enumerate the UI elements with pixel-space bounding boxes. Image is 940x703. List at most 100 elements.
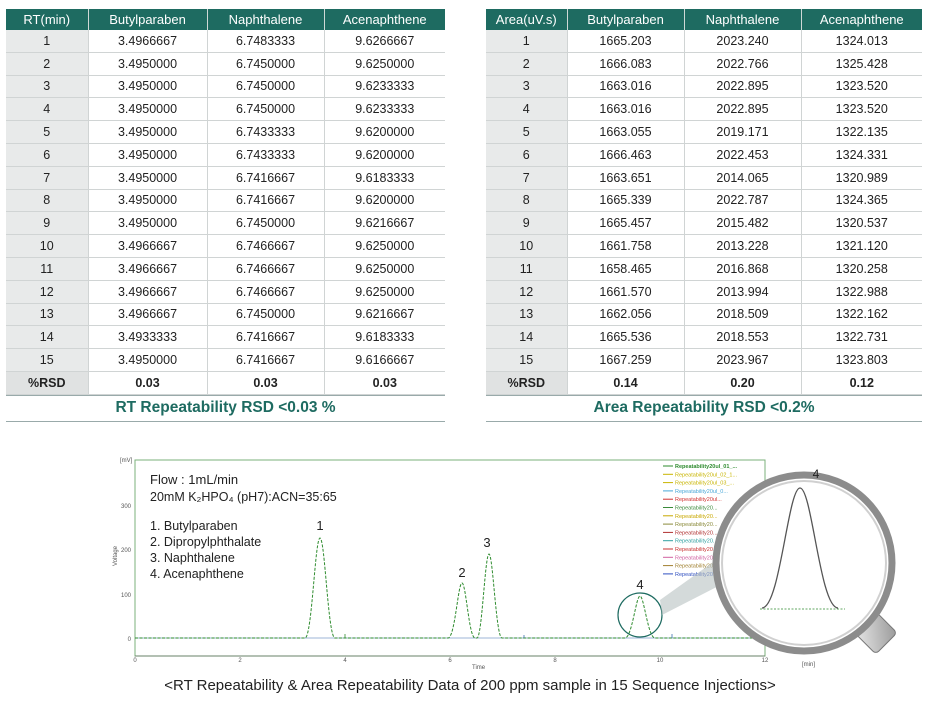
value-cell: 6.7433333: [207, 120, 325, 144]
chromatogram-figure: [mV] Voltage Time [min] 0 2 4 6 8 10 12 …: [113, 458, 896, 671]
table-row: 9 1665.457 2015.482 1320.537: [486, 211, 922, 236]
value-cell: 2015.482: [684, 211, 802, 236]
table-row: 12 3.4966667 6.7466667 9.6250000: [6, 280, 445, 304]
value-cell: 2023.967: [684, 348, 802, 372]
row-label-cell: 4: [486, 97, 568, 122]
table-row: 10 1661.758 2013.228 1321.120: [486, 234, 922, 258]
legend-entry: Repeatability20...: [675, 506, 718, 512]
row-label-cell: %RSD: [6, 371, 89, 395]
table-row: 13 1662.056 2018.509 1322.162: [486, 303, 922, 327]
table-row: 12 1661.570 2013.994 1322.988: [486, 280, 922, 304]
y-tick-label: 100: [121, 593, 132, 599]
value-cell: 2022.453: [684, 143, 802, 167]
value-cell: 3.4933333: [88, 325, 208, 350]
row-label-cell: 7: [6, 166, 89, 190]
table-row: 14 1665.536 2018.553 1322.731: [486, 325, 922, 350]
row-label-cell: %RSD: [486, 371, 568, 395]
x-tick-label: 0: [133, 658, 137, 664]
value-cell: 2013.228: [684, 234, 802, 258]
table-header-row: RT(min) Butylparaben Naphthalene Acenaph…: [6, 9, 445, 30]
row-label-cell: 13: [6, 303, 89, 327]
table-row: 8 1665.339 2022.787 1324.365: [486, 189, 922, 213]
value-cell: 1322.731: [801, 325, 922, 350]
value-cell: 0.03: [207, 371, 325, 395]
value-cell: 2013.994: [684, 280, 802, 304]
value-cell: 9.6216667: [324, 303, 445, 327]
value-cell: 3.4950000: [88, 143, 208, 167]
row-label-cell: 3: [486, 75, 568, 99]
value-cell: 9.6250000: [324, 234, 445, 258]
row-label-cell: 3: [6, 75, 89, 99]
value-cell: 3.4950000: [88, 348, 208, 372]
row-label-cell: 14: [486, 325, 568, 350]
x-axis: 0 2 4 6 8 10 12: [133, 655, 769, 664]
value-cell: 2022.895: [684, 97, 802, 122]
value-cell: 9.6250000: [324, 280, 445, 304]
value-cell: 2022.766: [684, 52, 802, 76]
value-cell: 1321.120: [801, 234, 922, 258]
row-label-cell: 10: [6, 234, 89, 258]
x-tick-label: 8: [553, 658, 557, 664]
legend-entry: Repeatability20...: [675, 522, 718, 528]
legend-entry: Repeatability20...: [675, 514, 718, 520]
legend-entry: Repeatability20ul...: [675, 497, 722, 503]
row-label-cell: 6: [6, 143, 89, 167]
table-row: 2 3.4950000 6.7450000 9.6250000: [6, 52, 445, 76]
table-row: 11 3.4966667 6.7466667 9.6250000: [6, 257, 445, 281]
row-label-cell: 11: [486, 257, 568, 281]
value-cell: 1665.457: [567, 211, 685, 236]
row-label-cell: 15: [6, 348, 89, 372]
value-cell: 9.6200000: [324, 189, 445, 213]
value-cell: 1661.570: [567, 280, 685, 304]
zoomed-peak-label: 4: [813, 467, 820, 481]
value-cell: 1663.016: [567, 97, 685, 122]
peak-label: 2: [458, 565, 465, 580]
table-row: 1 1665.203 2023.240 1324.013: [486, 30, 922, 53]
value-cell: 3.4950000: [88, 211, 208, 236]
value-cell: 1667.259: [567, 348, 685, 372]
compound-item: 1. Butylparaben: [150, 519, 238, 533]
column-header: RT(min): [6, 9, 89, 30]
x-tick-label: 2: [238, 658, 242, 664]
value-cell: 6.7483333: [207, 30, 325, 53]
table-row: 2 1666.083 2022.766 1325.428: [486, 52, 922, 76]
x-axis-label: Time: [472, 665, 486, 671]
value-cell: 1324.365: [801, 189, 922, 213]
column-header: Naphthalene: [684, 9, 802, 30]
legend-entry: Repeatability20ul_01_...: [675, 464, 738, 470]
y-tick-label: 0: [128, 637, 132, 643]
table-row: 14 3.4933333 6.7416667 9.6183333: [6, 325, 445, 350]
value-cell: 9.6233333: [324, 75, 445, 99]
row-label-cell: 12: [486, 280, 568, 304]
x-tick-label: 12: [762, 658, 769, 664]
compound-item: 4. Acenaphthene: [150, 567, 244, 581]
value-cell: 1663.651: [567, 166, 685, 190]
value-cell: 3.4950000: [88, 52, 208, 76]
value-cell: 1325.428: [801, 52, 922, 76]
value-cell: 3.4966667: [88, 280, 208, 304]
value-cell: 2018.553: [684, 325, 802, 350]
magnifier-icon: 4: [712, 467, 896, 655]
row-label-cell: 1: [486, 30, 568, 53]
peak-label: 3: [483, 535, 490, 550]
value-cell: 3.4966667: [88, 234, 208, 258]
value-cell: 1658.465: [567, 257, 685, 281]
legend-entry: Repeatability20ul_03_...: [675, 481, 734, 487]
flow-condition: Flow : 1mL/min: [150, 472, 238, 487]
value-cell: 1663.055: [567, 120, 685, 144]
value-cell: 1322.135: [801, 120, 922, 144]
table-row: 4 1663.016 2022.895 1323.520: [486, 97, 922, 122]
table-row: 4 3.4950000 6.7450000 9.6233333: [6, 97, 445, 122]
column-header: Naphthalene: [207, 9, 325, 30]
column-header: Acenaphthene: [324, 9, 445, 30]
value-cell: 6.7466667: [207, 280, 325, 304]
area-caption-bottom-rule: [486, 421, 922, 422]
value-cell: 9.6233333: [324, 97, 445, 122]
x-unit-label: [min]: [802, 662, 815, 668]
value-cell: 1665.339: [567, 189, 685, 213]
value-cell: 1661.758: [567, 234, 685, 258]
table-row: 11 1658.465 2016.868 1320.258: [486, 257, 922, 281]
value-cell: 0.03: [324, 371, 445, 395]
table-row: 15 1667.259 2023.967 1323.803: [486, 348, 922, 372]
compound-item: 3. Naphthalene: [150, 551, 235, 565]
